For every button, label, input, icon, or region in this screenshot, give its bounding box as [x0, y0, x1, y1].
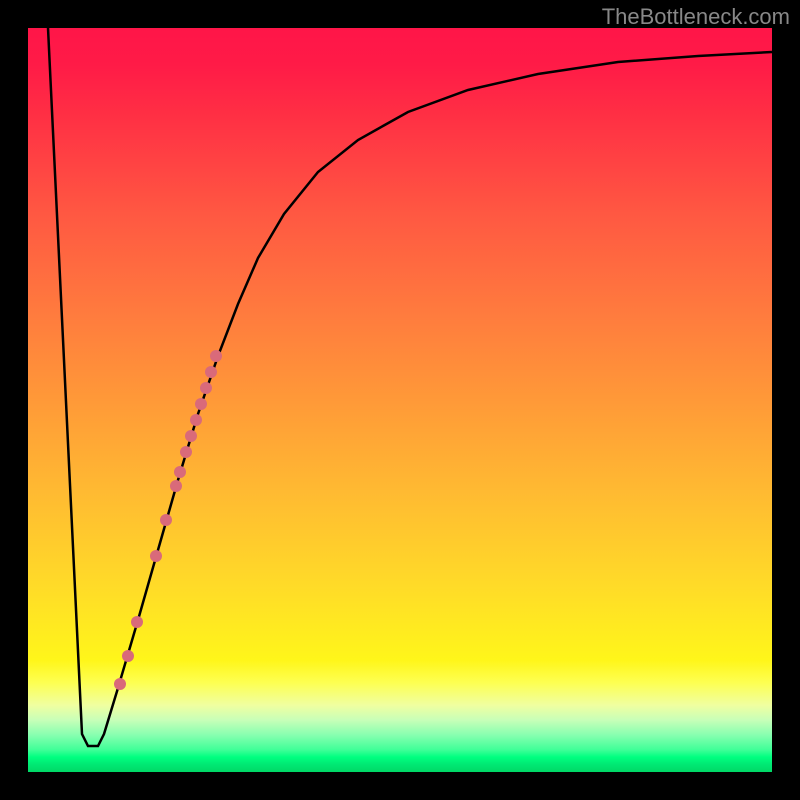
data-point	[131, 616, 143, 628]
bottleneck-curve	[48, 28, 772, 746]
data-point	[170, 480, 182, 492]
data-point	[205, 366, 217, 378]
plot-area	[28, 28, 772, 772]
data-point	[210, 350, 222, 362]
data-point	[160, 514, 172, 526]
data-point	[195, 398, 207, 410]
data-point	[200, 382, 212, 394]
data-point	[174, 466, 186, 478]
chart-svg	[28, 28, 772, 772]
data-point	[185, 430, 197, 442]
data-point	[122, 650, 134, 662]
data-point	[114, 678, 126, 690]
watermark-text: TheBottleneck.com	[602, 4, 790, 30]
dots-group	[114, 350, 222, 690]
data-point	[180, 446, 192, 458]
data-point	[150, 550, 162, 562]
data-point	[190, 414, 202, 426]
